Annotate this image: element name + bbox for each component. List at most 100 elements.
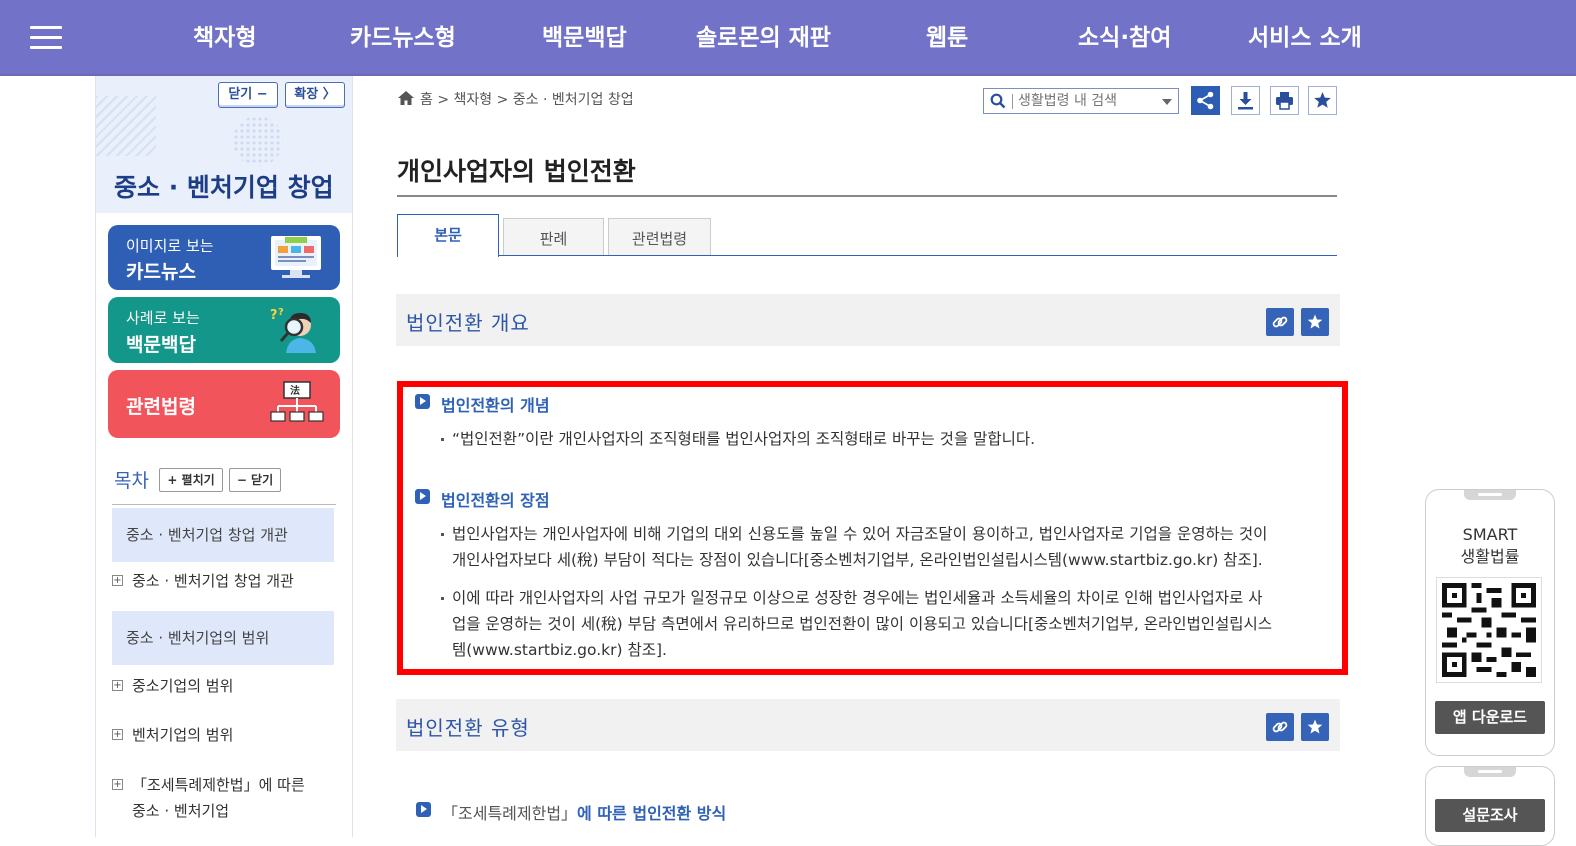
download-button[interactable] bbox=[1231, 86, 1260, 115]
sidebar: 닫기 − 확장 〉 중소 · 벤처기업 창업 이미지로 보는 카드뉴스 사례로 … bbox=[95, 76, 353, 837]
bookmark-button[interactable] bbox=[1308, 86, 1337, 115]
tab-related-laws[interactable]: 관련법령 bbox=[608, 218, 711, 256]
subheading-text: 법인전환의 장점 bbox=[441, 491, 550, 510]
svg-text:?: ? bbox=[278, 307, 284, 318]
search-icon[interactable] bbox=[990, 93, 1006, 109]
expand-plus-icon[interactable]: + bbox=[112, 575, 123, 586]
star-icon bbox=[1307, 719, 1323, 734]
tab-underline bbox=[397, 255, 1337, 256]
paragraph-line: 업을 운영하는 것이 세(稅) 부담 측면에서 유리하므로 법인전환이 많이 이… bbox=[452, 615, 1273, 633]
toc-highlight-overview[interactable]: 중소 · 벤처기업 창업 개관 bbox=[112, 508, 334, 562]
star-icon bbox=[1314, 92, 1331, 108]
home-icon[interactable] bbox=[398, 91, 414, 105]
link-icon bbox=[1272, 316, 1288, 328]
subheading-text: 법인전환의 개념 bbox=[441, 396, 550, 415]
search-box[interactable] bbox=[983, 88, 1179, 114]
smart-title-line1: SMART bbox=[1462, 525, 1518, 544]
related-law-banner-big: 관련법령 bbox=[126, 396, 196, 418]
toc-item-overview[interactable]: + 중소 · 벤처기업 창업 개관 bbox=[112, 568, 294, 594]
cardnews-banner[interactable]: 이미지로 보는 카드뉴스 bbox=[108, 225, 340, 290]
survey-button[interactable]: 설문조사 bbox=[1435, 799, 1545, 832]
related-law-banner[interactable]: 관련법령 法 bbox=[108, 370, 340, 438]
breadcrumb-text: 홈 > 책자형 > 중소 · 벤처기업 창업 bbox=[420, 92, 634, 108]
toc-highlight-scope[interactable]: 중소 · 벤처기업의 범위 bbox=[112, 611, 334, 665]
subheading-text-part1: 「조세특례제한법」 bbox=[442, 804, 578, 823]
qa-banner-big: 백문백답 bbox=[126, 334, 196, 356]
sidebar-title: 중소 · 벤처기업 창업 bbox=[114, 173, 334, 202]
toc-item-label-line2: 중소 · 벤처기업 bbox=[132, 802, 230, 820]
toc-item-venture-scope[interactable]: + 벤처기업의 범위 bbox=[112, 722, 233, 748]
paragraph-line: 개인사업자보다 세(稅) 부담이 적다는 장점이 있습니다[중소벤처기업부, 온… bbox=[452, 551, 1263, 569]
link-copy-button[interactable] bbox=[1266, 308, 1294, 336]
toc-expand-button[interactable]: + 펼치기 bbox=[159, 468, 223, 492]
nav-item-qa[interactable]: 백문백답 bbox=[542, 0, 627, 76]
toc-divider bbox=[112, 504, 336, 505]
paragraph-line: 법인사업자는 개인사업자에 비해 기업의 대외 신용도를 높일 수 있어 자금조… bbox=[452, 525, 1268, 543]
nav-item-about[interactable]: 서비스 소개 bbox=[1248, 0, 1362, 76]
app-download-button[interactable]: 앱 다운로드 bbox=[1435, 701, 1545, 734]
toc-item-label: 중소기업의 범위 bbox=[132, 677, 234, 695]
subheading-text-part2: 에 따른 법인전환 방식 bbox=[577, 804, 727, 823]
svg-text:?: ? bbox=[270, 308, 278, 323]
paragraph-advantage-2: 이에 따라 개인사업자의 사업 규모가 일정규모 이상으로 성장한 경우에는 법… bbox=[441, 585, 1332, 663]
link-icon bbox=[1272, 721, 1288, 733]
qr-code-icon bbox=[1436, 577, 1542, 683]
nav-item-news[interactable]: 소식·참여 bbox=[1078, 0, 1171, 76]
section-header-overview: 법인전환 개요 bbox=[396, 294, 1340, 346]
toc-item-tax-law[interactable]: + 「조세특례제한법」에 따른 중소 · 벤처기업 bbox=[112, 772, 305, 824]
paragraph-line: 이에 따라 개인사업자의 사업 규모가 일정규모 이상으로 성장한 경우에는 법… bbox=[452, 589, 1263, 607]
toc-collapse-button[interactable]: − 닫기 bbox=[229, 468, 281, 492]
hamburger-menu-icon[interactable] bbox=[30, 26, 62, 50]
sidebar-close-button[interactable]: 닫기 − bbox=[218, 82, 278, 108]
nav-item-booklet[interactable]: 책자형 bbox=[193, 0, 256, 76]
search-input[interactable] bbox=[1018, 91, 1148, 111]
sidebar-expand-button[interactable]: 확장 〉 bbox=[285, 82, 345, 108]
print-button[interactable] bbox=[1270, 86, 1299, 115]
section-title: 법인전환 유형 bbox=[406, 716, 530, 740]
bullet-dot bbox=[441, 533, 444, 536]
tab-main-text[interactable]: 본문 bbox=[397, 214, 499, 257]
section-title: 법인전환 개요 bbox=[406, 311, 530, 335]
section-header-types: 법인전환 유형 bbox=[396, 699, 1340, 751]
page-title: 개인사업자의 법인전환 bbox=[397, 157, 636, 186]
sidebar-header: 닫기 − 확장 〉 중소 · 벤처기업 창업 bbox=[96, 76, 352, 213]
svg-text:法: 法 bbox=[290, 384, 300, 397]
cardnews-banner-big: 카드뉴스 bbox=[126, 261, 196, 283]
nav-item-solomon[interactable]: 솔로몬의 재판 bbox=[696, 0, 831, 76]
share-button[interactable] bbox=[1191, 86, 1220, 115]
decoration-stripes bbox=[96, 96, 156, 156]
top-navigation: 책자형 카드뉴스형 백문백답 솔로몬의 재판 웹툰 소식·참여 서비스 소개 bbox=[0, 0, 1576, 76]
play-bullet-icon bbox=[415, 489, 430, 504]
toc-item-sme-scope[interactable]: + 중소기업의 범위 bbox=[112, 673, 233, 699]
paragraph-advantage-1: 법인사업자는 개인사업자에 비해 기업의 대외 신용도를 높일 수 있어 자금조… bbox=[441, 521, 1332, 573]
print-icon bbox=[1276, 92, 1293, 110]
smart-app-widget: SMART 생활법률 앱 다운로드 bbox=[1425, 489, 1555, 756]
section-bookmark-button[interactable] bbox=[1301, 308, 1329, 336]
law-chart-icon: 法 bbox=[270, 381, 324, 422]
smart-title-line2: 생활법률 bbox=[1460, 547, 1520, 566]
decoration-dots bbox=[233, 116, 283, 166]
nav-item-webtoon[interactable]: 웹툰 bbox=[926, 0, 968, 76]
paragraph-text: “법인전환”이란 개인사업자의 조직형태를 법인사업자의 조직형태로 바꾸는 것… bbox=[452, 430, 1036, 448]
tab-precedents[interactable]: 판례 bbox=[503, 218, 604, 256]
bullet-dot bbox=[441, 597, 444, 600]
chevron-down-icon[interactable] bbox=[1162, 99, 1172, 105]
expand-plus-icon[interactable]: + bbox=[112, 779, 123, 790]
nav-item-cardnews[interactable]: 카드뉴스형 bbox=[350, 0, 456, 76]
qa-banner-small: 사례로 보는 bbox=[126, 309, 200, 327]
qa-banner[interactable]: 사례로 보는 백문백답 ? ? bbox=[108, 297, 340, 363]
toc-item-label-line1: 「조세특례제한법」에 따른 bbox=[132, 776, 305, 794]
toc-label: 목차 bbox=[114, 470, 149, 492]
section-bookmark-button[interactable] bbox=[1301, 713, 1329, 741]
expand-plus-icon[interactable]: + bbox=[112, 729, 123, 740]
survey-widget: 설문조사 bbox=[1425, 766, 1555, 846]
news-monitor-icon bbox=[271, 236, 321, 278]
expand-plus-icon[interactable]: + bbox=[112, 680, 123, 691]
title-divider bbox=[397, 195, 1337, 197]
subheading-advantages: 법인전환의 장점 bbox=[415, 487, 550, 511]
search-separator bbox=[1012, 94, 1013, 109]
link-copy-button[interactable] bbox=[1266, 713, 1294, 741]
share-icon bbox=[1197, 91, 1214, 110]
toc-item-label: 중소 · 벤처기업 창업 개관 bbox=[132, 572, 294, 590]
phone-notch bbox=[1464, 490, 1516, 500]
